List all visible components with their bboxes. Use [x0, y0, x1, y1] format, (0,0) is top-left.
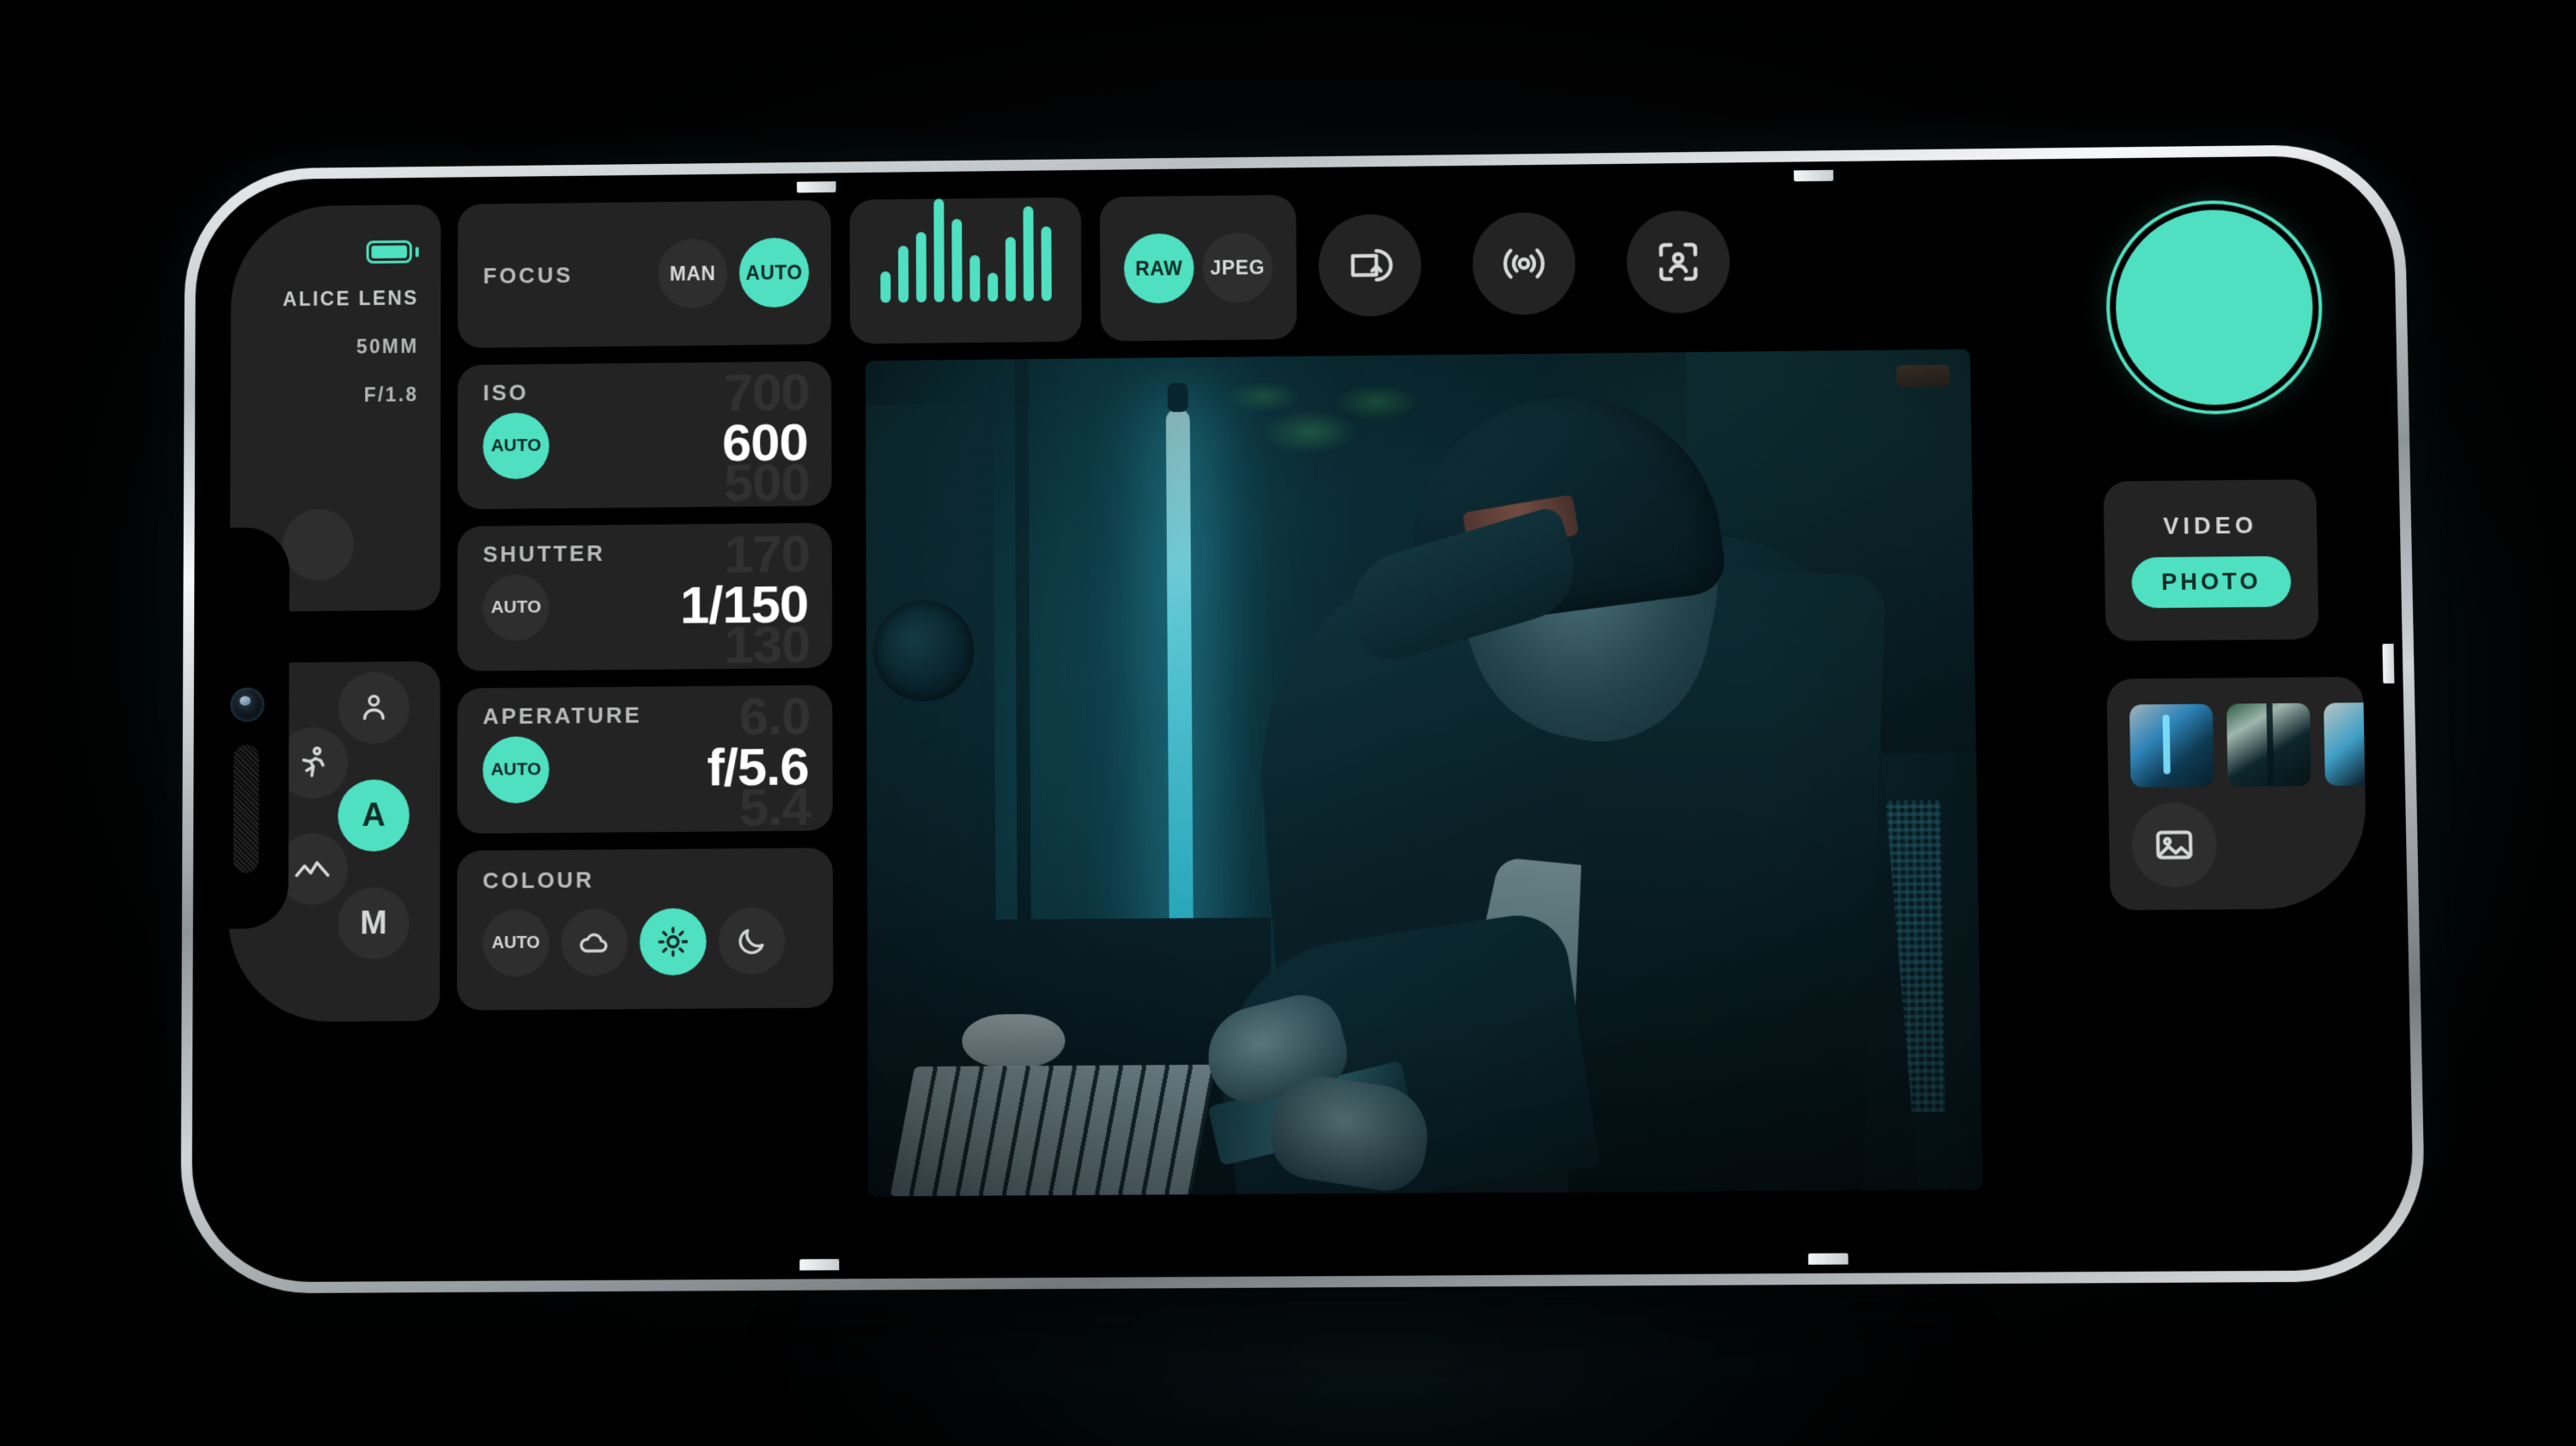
histogram-bar — [1005, 237, 1016, 302]
person-icon — [357, 690, 392, 725]
photo-library-button[interactable] — [2130, 802, 2218, 888]
capture-mode-card: VIDEO PHOTO — [2103, 479, 2319, 641]
flip-camera-icon — [1344, 240, 1395, 291]
thumbnail-item[interactable] — [2226, 702, 2312, 787]
face-detect-button[interactable] — [1625, 210, 1731, 314]
phone-device: ALICE LENS 50MM F/1.8 A M FOCUS MAN AUTO… — [180, 143, 2427, 1294]
phone-screen: ALICE LENS 50MM F/1.8 A M FOCUS MAN AUTO… — [200, 163, 2406, 1274]
moon-icon — [734, 924, 769, 958]
display-notch — [201, 526, 290, 929]
aperture-value[interactable]: f/5.6 — [550, 738, 812, 798]
mode-button-auto[interactable]: A — [337, 779, 410, 852]
focus-card: FOCUS MAN AUTO — [457, 199, 832, 349]
aperture-auto-toggle[interactable]: AUTO — [483, 736, 550, 804]
photo-library-icon — [2152, 823, 2196, 867]
thumbnail-item[interactable] — [2324, 702, 2368, 787]
histogram-bar — [969, 255, 980, 302]
battery-full-icon — [366, 240, 419, 264]
shutter-auto-toggle[interactable]: AUTO — [483, 574, 550, 641]
face-detect-icon — [1652, 236, 1704, 288]
screenshot-stage: ALICE LENS 50MM F/1.8 A M FOCUS MAN AUTO… — [0, 0, 2576, 1446]
iso-card: ISO 700 500 AUTO 600 — [457, 361, 832, 510]
thumbnail-item[interactable] — [2129, 703, 2215, 788]
shutter-button[interactable] — [2114, 209, 2315, 406]
colour-label: COLOUR — [483, 866, 594, 894]
colour-card: COLOUR AUTO — [457, 848, 834, 1011]
mode-auto-label: A — [361, 797, 386, 834]
recent-thumbnails — [2129, 702, 2368, 788]
front-camera-icon — [230, 687, 264, 722]
histogram-bar — [879, 271, 890, 303]
shutter-card: SHUTTER 170 130 AUTO 1/150 — [457, 522, 833, 671]
lens-secondary-button[interactable] — [283, 508, 355, 581]
gallery-card — [2106, 677, 2368, 911]
colour-option-auto[interactable]: AUTO — [482, 908, 550, 977]
histogram-bar — [951, 219, 963, 302]
live-photo-button[interactable] — [1472, 211, 1577, 316]
iso-value[interactable]: 600 — [550, 413, 811, 472]
histogram-bar — [897, 246, 908, 303]
mode-button-portrait[interactable] — [337, 671, 410, 744]
running-icon — [295, 745, 331, 781]
histogram-bar — [915, 232, 927, 303]
viewfinder-preview[interactable] — [865, 349, 1984, 1197]
capture-mode-photo[interactable]: PHOTO — [2131, 556, 2292, 609]
format-option-jpeg[interactable]: JPEG — [1202, 232, 1273, 303]
shutter-value[interactable]: 1/150 — [550, 575, 812, 635]
colour-option-night[interactable] — [718, 907, 786, 975]
colour-option-daylight[interactable] — [639, 908, 707, 976]
flip-camera-button[interactable] — [1318, 213, 1422, 318]
sun-icon — [656, 925, 690, 959]
cloud-icon — [577, 925, 611, 959]
mode-manual-label: M — [360, 904, 387, 941]
lens-focal-length: 50MM — [356, 335, 419, 358]
format-option-raw[interactable]: RAW — [1123, 233, 1194, 304]
format-card: RAW JPEG — [1099, 194, 1297, 342]
iso-auto-toggle[interactable]: AUTO — [483, 412, 550, 480]
histogram-bar — [1040, 226, 1052, 301]
histogram-icon[interactable] — [849, 197, 1082, 344]
focus-label: FOCUS — [483, 261, 574, 289]
aperture-card: APERATURE 6.0 5.4 AUTO f/5.6 — [457, 684, 833, 834]
focus-option-manual[interactable]: MAN — [658, 238, 728, 309]
histogram-bar — [1023, 205, 1034, 301]
phone-bezel: ALICE LENS 50MM F/1.8 A M FOCUS MAN AUTO… — [191, 155, 2415, 1283]
mountains-icon — [294, 850, 331, 888]
earpiece-speaker — [233, 744, 259, 873]
live-photo-icon — [1498, 238, 1550, 289]
lens-name: ALICE LENS — [283, 286, 419, 311]
histogram-bar — [933, 198, 945, 303]
lens-max-aperture: F/1.8 — [363, 383, 419, 406]
histogram-bar — [987, 272, 998, 302]
camera-ui: ALICE LENS 50MM F/1.8 A M FOCUS MAN AUTO… — [200, 164, 2406, 1274]
capture-mode-video[interactable]: VIDEO — [2163, 513, 2257, 540]
focus-option-auto[interactable]: AUTO — [738, 237, 810, 308]
mode-button-manual[interactable]: M — [337, 887, 410, 960]
colour-option-cloudy[interactable] — [561, 908, 629, 976]
